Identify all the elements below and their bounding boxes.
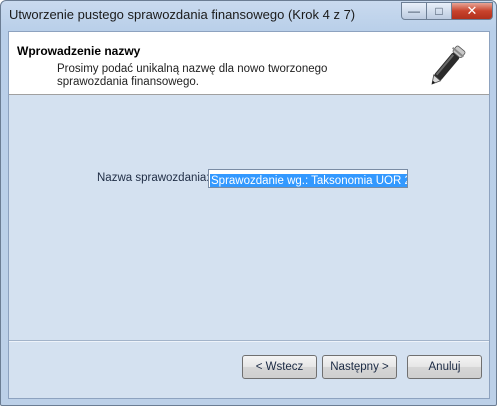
minimize-button[interactable]: — [401,2,427,20]
cancel-button[interactable]: Anuluj [407,355,482,379]
maximize-button[interactable]: □ [426,2,452,20]
close-button[interactable]: ✕ [451,2,493,20]
step-title: Wprowadzenie nazwy [17,44,141,58]
step-description: Prosimy podać unikalną nazwę dla nowo tw… [57,63,328,88]
back-button[interactable]: < Wstecz [242,355,317,379]
title-bar[interactable]: Utworzenie pustego sprawozdania finansow… [1,1,496,29]
report-name-value: Sprawozdanie wg.: Taksonomia UOR 201 [210,174,407,187]
next-button[interactable]: Następny > [322,355,397,379]
minimize-icon: — [408,4,420,18]
maximize-icon: □ [435,4,443,18]
close-icon: ✕ [466,3,478,18]
report-name-input[interactable]: Sprawozdanie wg.: Taksonomia UOR 201 [208,169,408,188]
report-name-label: Nazwa sprawozdania: [97,172,210,184]
wizard-body: Wprowadzenie nazwy Prosimy podać unikaln… [8,31,490,399]
wizard-window: Utworzenie pustego sprawozdania finansow… [0,0,497,406]
footer-divider [9,340,489,342]
pen-icon [431,45,466,85]
wizard-header: Wprowadzenie nazwy Prosimy podać unikaln… [9,32,489,95]
window-title: Utworzenie pustego sprawozdania finansow… [9,7,356,22]
